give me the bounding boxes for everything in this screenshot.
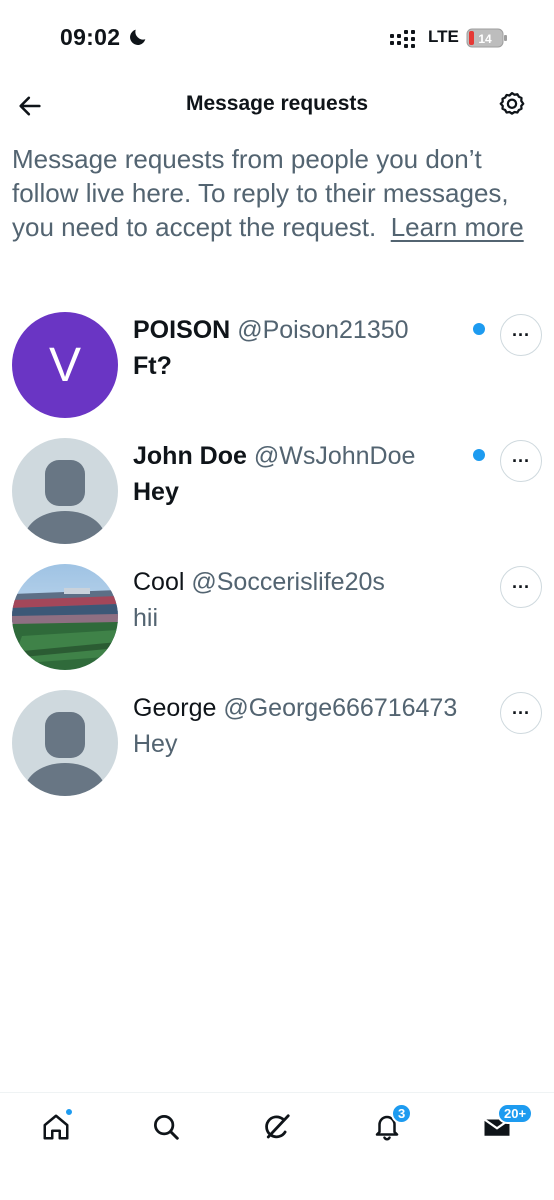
notifications-badge: 3: [391, 1103, 413, 1124]
bottom-nav: 3 20+: [0, 1092, 554, 1200]
more-icon: ···: [512, 450, 530, 471]
intro-text: Message requests from people you don’t f…: [12, 142, 532, 244]
sender-handle: @Soccerislife20s: [191, 568, 385, 596]
message-preview: Hey: [133, 478, 179, 506]
request-item[interactable]: George @George666716473 Hey ···: [0, 690, 554, 816]
nav-grok[interactable]: [257, 1107, 297, 1147]
grok-icon: [265, 1114, 290, 1139]
request-header: POISON @Poison21350: [133, 316, 409, 345]
avatar-letter: V: [48, 338, 81, 392]
status-bar: 09:02 LTE 14: [0, 0, 554, 76]
home-unread-dot: [65, 1108, 73, 1116]
settings-button[interactable]: [494, 87, 530, 123]
status-time: 09:02: [60, 24, 121, 50]
avatar[interactable]: [12, 690, 118, 796]
more-options-button[interactable]: ···: [500, 566, 542, 608]
more-icon: ···: [512, 576, 530, 597]
network-label: LTE: [428, 27, 459, 46]
avatar[interactable]: V: [12, 312, 118, 418]
default-avatar-icon: [25, 712, 105, 796]
more-options-button[interactable]: ···: [500, 692, 542, 734]
request-item[interactable]: Cool @Soccerislife20s hii ···: [0, 564, 554, 690]
learn-more-link[interactable]: Learn more: [391, 212, 524, 242]
home-icon: [43, 1114, 69, 1140]
default-avatar-icon: [25, 460, 105, 544]
unread-indicator: [473, 323, 485, 335]
gear-icon: [499, 92, 525, 115]
nav-notifications[interactable]: 3: [367, 1103, 413, 1147]
sender-name: John Doe: [133, 442, 247, 470]
message-preview: Hey: [133, 730, 178, 758]
sender-name: Cool: [133, 568, 185, 596]
sender-name: POISON: [133, 316, 231, 344]
more-options-button[interactable]: ···: [500, 440, 542, 482]
messages-badge: 20+: [497, 1103, 534, 1124]
request-header: John Doe @WsJohnDoe: [133, 442, 415, 471]
sender-handle: @Poison21350: [237, 316, 409, 344]
search-icon: [154, 1115, 179, 1140]
message-preview: hii: [133, 604, 159, 632]
battery-level: 14: [478, 32, 492, 46]
sender-handle: @WsJohnDoe: [253, 442, 416, 470]
unread-indicator: [473, 449, 485, 461]
nav-search[interactable]: [146, 1107, 186, 1147]
nav-home[interactable]: [36, 1107, 76, 1147]
nav-messages[interactable]: 20+: [477, 1103, 534, 1147]
avatar[interactable]: [12, 564, 118, 670]
request-item[interactable]: V POISON @Poison21350 Ft? ···: [0, 312, 554, 438]
moon-icon: [130, 29, 146, 45]
avatar[interactable]: [12, 438, 118, 544]
request-item[interactable]: John Doe @WsJohnDoe Hey ···: [0, 438, 554, 564]
signal-icon: [390, 30, 415, 48]
sender-handle: @George666716473: [223, 694, 458, 722]
battery-icon: 14: [466, 28, 507, 48]
stadium-photo: [12, 564, 118, 670]
page-title: Message requests: [185, 92, 369, 115]
header: Message requests: [0, 76, 554, 134]
request-header: George @George666716473: [133, 694, 457, 723]
more-options-button[interactable]: ···: [500, 314, 542, 356]
sender-name: George: [133, 694, 217, 722]
message-preview: Ft?: [133, 352, 172, 380]
request-header: Cool @Soccerislife20s: [133, 568, 385, 597]
more-icon: ···: [512, 702, 530, 723]
more-icon: ···: [512, 324, 530, 345]
